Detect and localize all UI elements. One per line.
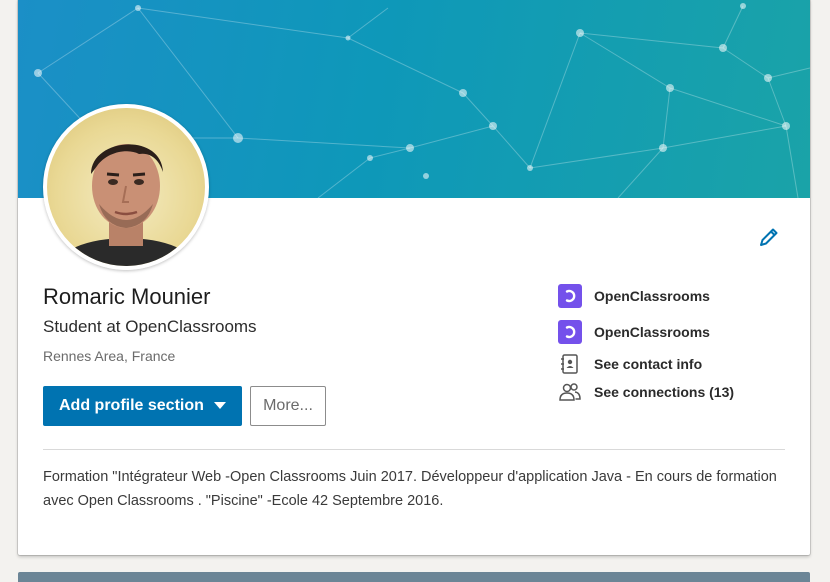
- people-icon: [558, 380, 582, 404]
- openclassrooms-logo-icon: [558, 320, 582, 344]
- side-item-label: OpenClassrooms: [594, 288, 710, 304]
- company-link-openclassrooms[interactable]: OpenClassrooms: [558, 320, 710, 344]
- profile-photo[interactable]: [43, 104, 209, 270]
- openclassrooms-logo-icon: [558, 284, 582, 308]
- next-section-card-edge: [18, 572, 810, 582]
- profile-headline: Student at OpenClassrooms: [43, 317, 257, 336]
- add-profile-section-label: Add profile section: [59, 397, 204, 414]
- person-photo-illustration: [56, 144, 196, 266]
- profile-location: Rennes Area, France: [43, 348, 176, 364]
- edit-profile-button[interactable]: [756, 224, 782, 250]
- see-contact-info-link[interactable]: See contact info: [558, 352, 702, 376]
- side-item-label: OpenClassrooms: [594, 324, 710, 340]
- pencil-icon: [760, 228, 778, 246]
- more-button[interactable]: More...: [250, 386, 326, 426]
- see-connections-link[interactable]: See connections (13): [558, 380, 734, 404]
- education-link-openclassrooms[interactable]: OpenClassrooms: [558, 284, 710, 308]
- caret-down-icon: [214, 402, 226, 409]
- profile-card: Romaric Mounier Student at OpenClassroom…: [18, 0, 810, 555]
- add-profile-section-button[interactable]: Add profile section: [43, 386, 242, 426]
- contact-book-icon: [558, 352, 582, 376]
- section-divider: [43, 449, 785, 450]
- side-item-label: See contact info: [594, 356, 703, 372]
- profile-name: Romaric Mounier: [43, 284, 211, 309]
- side-item-label: See connections (13): [594, 384, 735, 400]
- profile-summary: Formation "Intégrateur Web -Open Classro…: [43, 469, 777, 509]
